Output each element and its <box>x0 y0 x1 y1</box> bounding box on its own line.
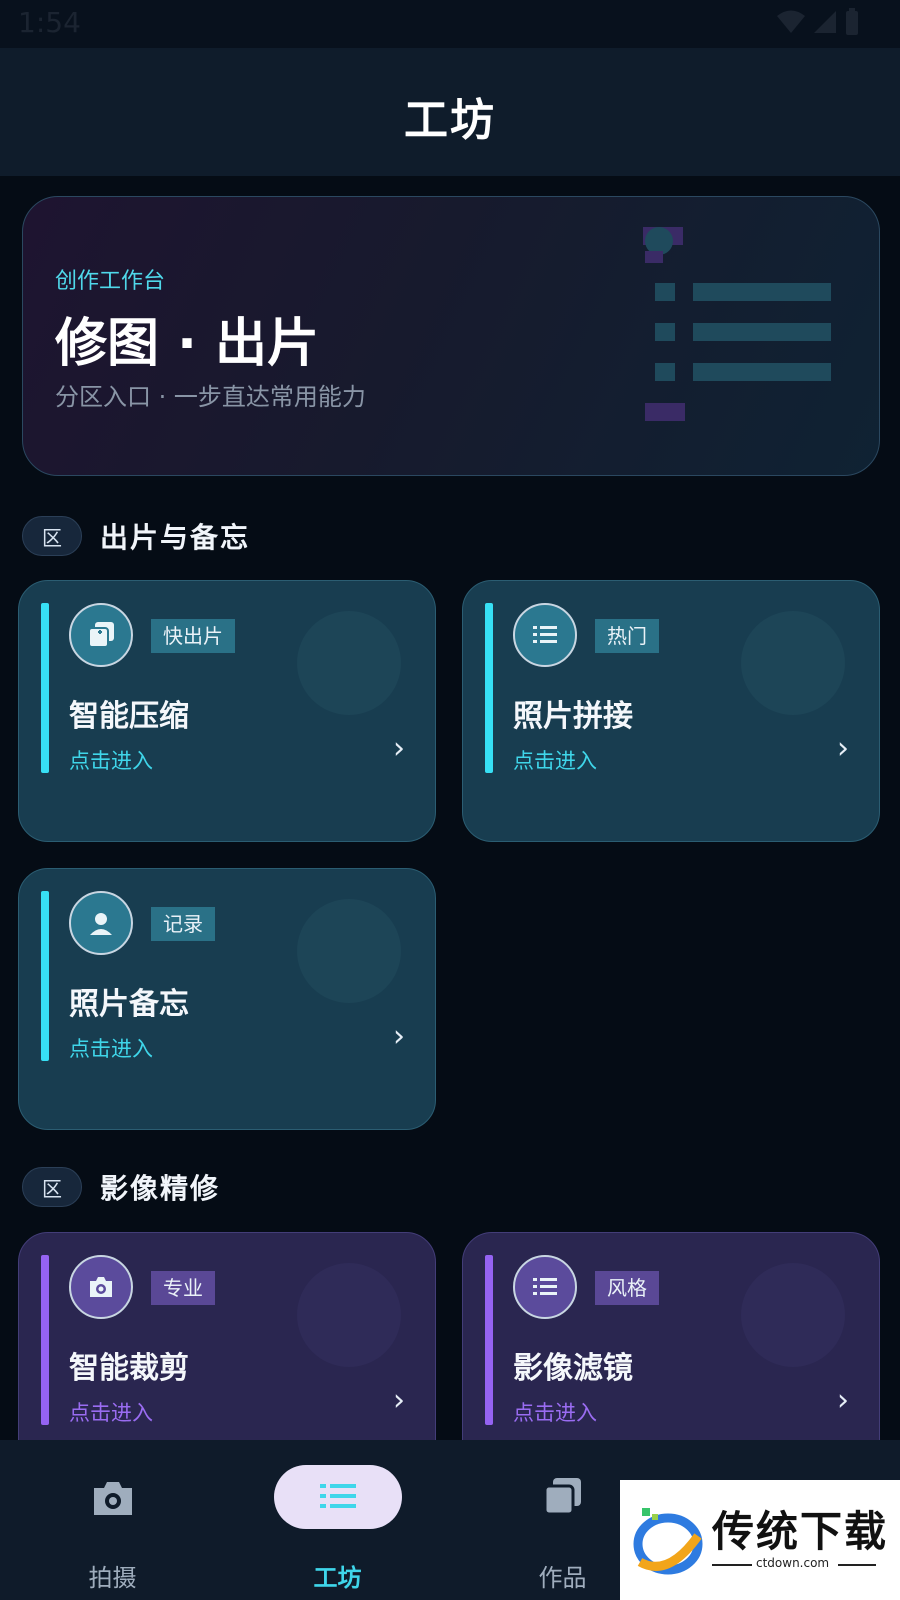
section-title: 出片与备忘 <box>100 521 251 554</box>
tab-label: 工坊 <box>313 1564 362 1592</box>
watermark-logo: 传统下载 ctdown.com <box>620 1480 900 1600</box>
status-time: 1:54 <box>18 6 81 39</box>
card-tag: 热门 <box>595 619 659 653</box>
card-tag: 记录 <box>151 907 215 941</box>
section-header-retouch: 区 影像精修 <box>22 1167 220 1207</box>
hero-subtitle: 分区入口 · 一步直达常用能力 <box>55 383 366 411</box>
camera-icon <box>69 1255 133 1319</box>
card-enter-link[interactable]: 点击进入 <box>513 745 597 775</box>
card-title: 智能压缩 <box>69 699 189 734</box>
section-title: 影像精修 <box>100 1172 221 1205</box>
watermark-rule <box>712 1564 752 1566</box>
feature-card-smart-compress[interactable]: 快出片 智能压缩 点击进入 › <box>18 580 436 842</box>
section-badge: 区 <box>22 516 82 556</box>
tab-workshop[interactable]: 工坊 <box>225 1440 450 1600</box>
card-enter-link[interactable]: 点击进入 <box>69 745 153 775</box>
card-title: 照片备忘 <box>69 987 189 1022</box>
watermark-rule <box>838 1564 876 1566</box>
card-enter-link[interactable]: 点击进入 <box>513 1397 597 1427</box>
wifi-icon <box>777 10 805 33</box>
card-decor-circle <box>297 611 401 715</box>
section-badge: 区 <box>22 1167 82 1207</box>
card-decor-circle <box>297 1263 401 1367</box>
chevron-right-icon: › <box>837 1383 849 1418</box>
card-accent-bar <box>485 1255 493 1425</box>
chevron-right-icon: › <box>393 731 405 766</box>
hero-headline: 修图 · 出片 <box>55 314 319 374</box>
card-accent-bar <box>41 1255 49 1425</box>
battery-icon <box>846 8 858 35</box>
list-icon <box>513 603 577 667</box>
list-icon <box>225 1474 450 1522</box>
photo-stack-icon <box>69 603 133 667</box>
card-title: 照片拼接 <box>513 699 633 734</box>
app-header: 工坊 <box>0 48 900 176</box>
hero-list-illustration <box>643 227 831 421</box>
person-icon <box>69 891 133 955</box>
camera-icon <box>0 1474 225 1522</box>
chevron-right-icon: › <box>393 1383 405 1418</box>
feature-card-photo-memo[interactable]: 记录 照片备忘 点击进入 › <box>18 868 436 1130</box>
card-decor-circle <box>741 611 845 715</box>
system-icons <box>776 8 860 36</box>
card-decor-circle <box>297 899 401 1003</box>
card-accent-bar <box>485 603 493 773</box>
signal-icon <box>814 11 836 33</box>
tab-label: 拍摄 <box>88 1564 137 1592</box>
card-tag: 专业 <box>151 1271 215 1305</box>
section-header-output: 区 出片与备忘 <box>22 516 250 556</box>
watermark-emblem-icon <box>633 1508 703 1575</box>
card-decor-circle <box>741 1263 845 1367</box>
card-enter-link[interactable]: 点击进入 <box>69 1397 153 1427</box>
card-title: 影像滤镜 <box>513 1351 633 1386</box>
watermark-url: ctdown.com <box>756 1556 830 1570</box>
tab-shoot[interactable]: 拍摄 <box>0 1440 225 1600</box>
card-enter-link[interactable]: 点击进入 <box>69 1033 153 1063</box>
status-bar: 1:54 <box>0 0 900 48</box>
card-tag: 快出片 <box>151 619 235 653</box>
hero-banner: 创作工作台 修图 · 出片 分区入口 · 一步直达常用能力 <box>22 196 880 476</box>
feature-card-photo-collage[interactable]: 热门 照片拼接 点击进入 › <box>462 580 880 842</box>
card-accent-bar <box>41 891 49 1061</box>
chevron-right-icon: › <box>393 1019 405 1054</box>
watermark-text: 传统下载 <box>712 1507 889 1556</box>
card-accent-bar <box>41 603 49 773</box>
hero-eyebrow: 创作工作台 <box>55 269 166 294</box>
card-title: 智能裁剪 <box>69 1351 189 1386</box>
page-title: 工坊 <box>404 95 496 146</box>
chevron-right-icon: › <box>837 731 849 766</box>
card-tag: 风格 <box>595 1271 659 1305</box>
list-icon <box>513 1255 577 1319</box>
